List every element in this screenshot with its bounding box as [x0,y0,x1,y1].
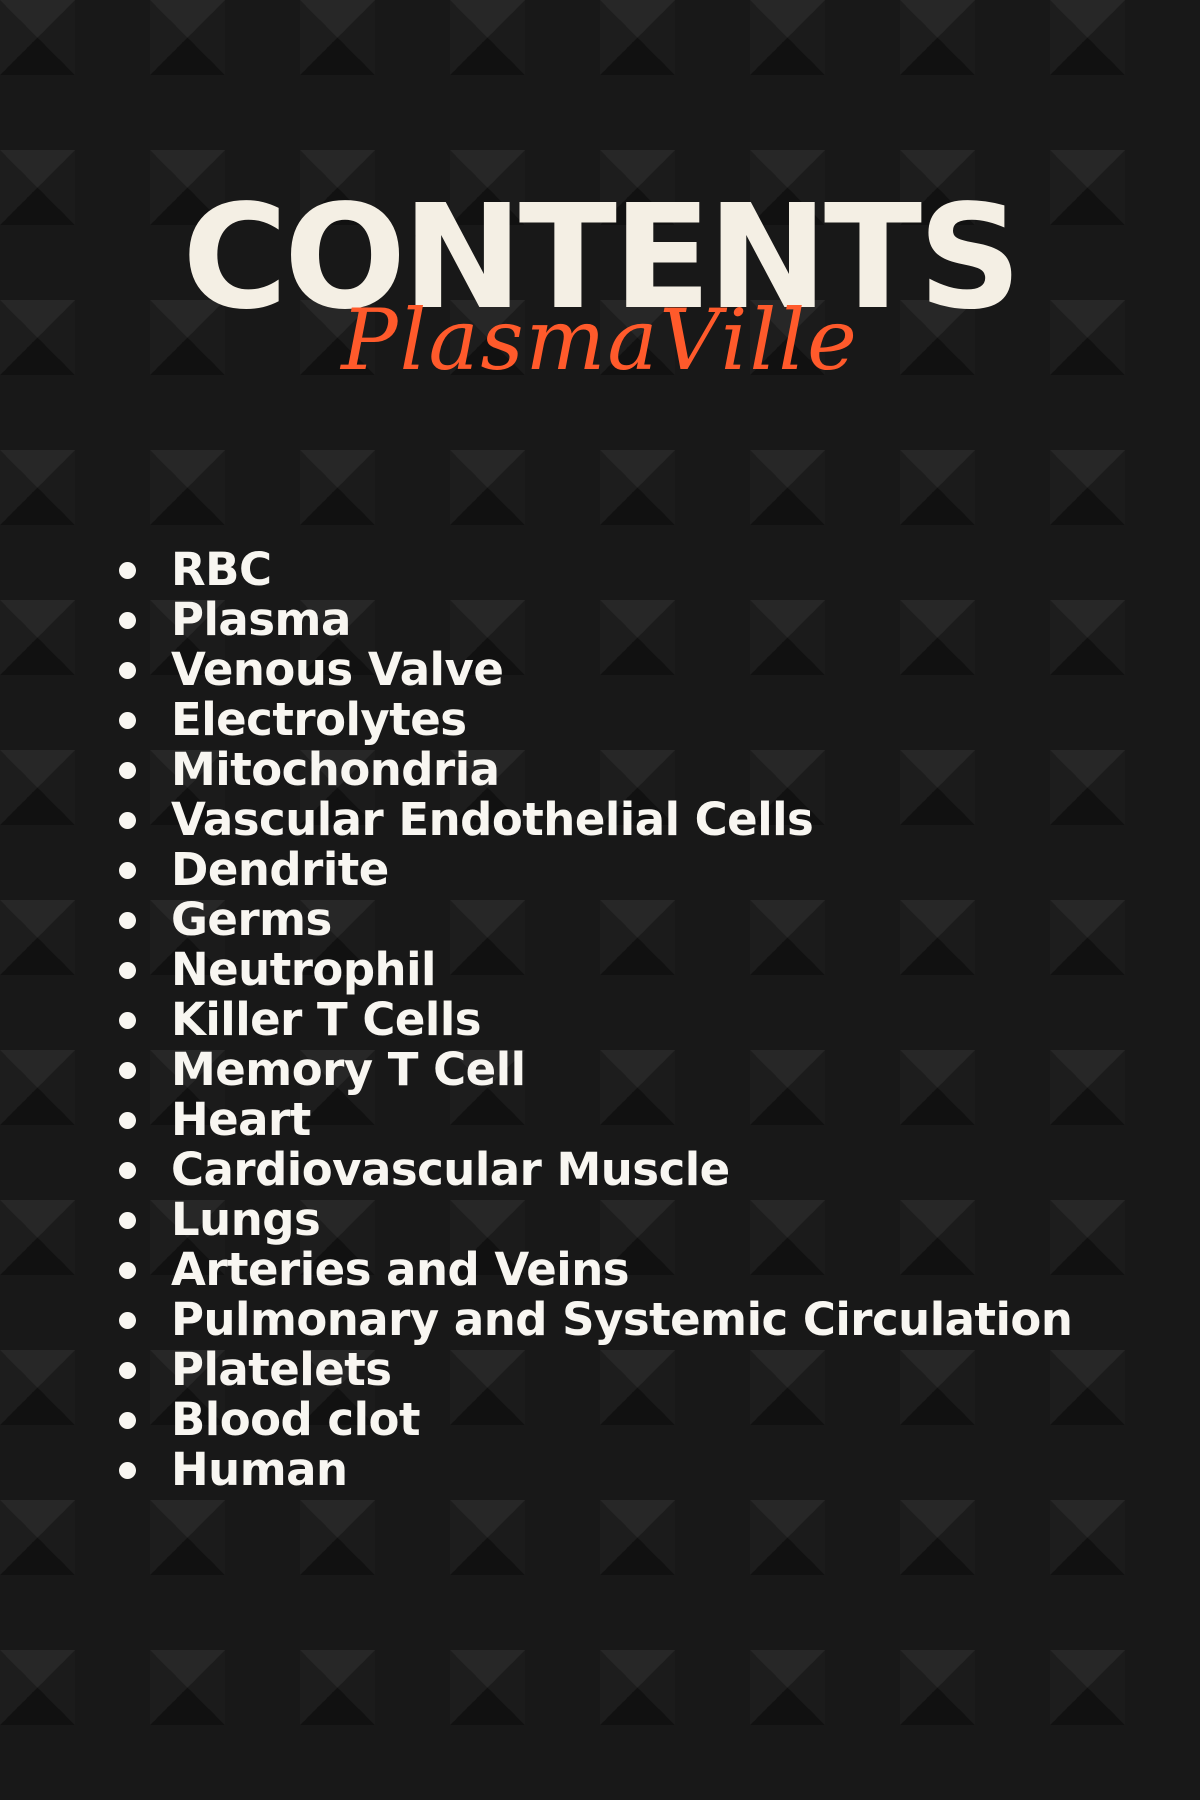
bullet-icon [119,762,136,779]
list-item: Blood clot [115,1395,1072,1445]
list-item: Cardiovascular Muscle [115,1145,1072,1195]
list-item: Mitochondria [115,745,1072,795]
contents-page: CONTENTS PlasmaVille RBC Plasma Venous V… [0,0,1200,1800]
list-item: Electrolytes [115,695,1072,745]
list-item: Platelets [115,1345,1072,1395]
list-item-label: Heart [171,1093,311,1146]
list-item: RBC [115,545,1072,595]
list-item: Lungs [115,1195,1072,1245]
bullet-icon [119,862,136,879]
bullet-icon [119,612,136,629]
bullet-icon [119,1062,136,1079]
list-item-label: Germs [171,893,332,946]
bullet-icon [119,1462,136,1479]
list-item: Killer T Cells [115,995,1072,1045]
list-item: Pulmonary and Systemic Circulation [115,1293,1073,1346]
bullet-icon [119,1162,136,1179]
bullet-icon [119,662,136,679]
list-item-label: Blood clot [171,1393,420,1446]
list-item: Memory T Cell [115,1045,1072,1095]
list-item-label: Plasma [171,593,351,646]
list-item-label: Pulmonary and Systemic Circulation [171,1293,1073,1346]
page-subtitle: PlasmaVille [341,291,859,389]
bullet-icon [119,962,136,979]
list-item: Heart [115,1095,1072,1145]
bullet-icon [119,812,136,829]
list-item: Neutrophil [115,945,1072,995]
bullet-icon [119,1212,136,1229]
bullet-icon [119,712,136,729]
list-item-label: Vascular Endothelial Cells [171,793,814,846]
list-item-label: Mitochondria [171,743,500,796]
bullet-icon [119,562,136,579]
bullet-icon [119,912,136,929]
bullet-icon [119,1012,136,1029]
contents-list: RBC Plasma Venous Valve Electrolytes Mit… [115,545,1073,1495]
list-item-label: Neutrophil [171,943,436,996]
list-item-label: Killer T Cells [171,993,482,1046]
list-item-label: Arteries and Veins [171,1243,630,1296]
list-item-label: RBC [171,543,272,596]
bullet-icon [119,1362,136,1379]
list-item-label: Memory T Cell [171,1043,526,1096]
title-block: CONTENTS PlasmaVille [0,185,1200,395]
list-item: Vascular Endothelial Cells [115,795,1072,845]
list-item-label: Human [171,1443,348,1496]
list-item: Human [115,1445,1072,1495]
list-item-label: Cardiovascular Muscle [171,1143,730,1196]
list-item-label: Dendrite [171,843,389,896]
list-item-label: Electrolytes [171,693,467,746]
list-item-label: Lungs [171,1193,321,1246]
list-item: Arteries and Veins [115,1245,1072,1295]
bullet-icon [119,1112,136,1129]
list-item: Dendrite [115,845,1072,895]
bullet-icon [119,1312,136,1329]
list-item: Plasma [115,595,1072,645]
list-item-label: Venous Valve [171,643,504,696]
bullet-icon [119,1262,136,1279]
list-item-label: Platelets [171,1343,392,1396]
bullet-icon [119,1412,136,1429]
list-item: Germs [115,895,1072,945]
list-item: Venous Valve [115,645,1072,695]
